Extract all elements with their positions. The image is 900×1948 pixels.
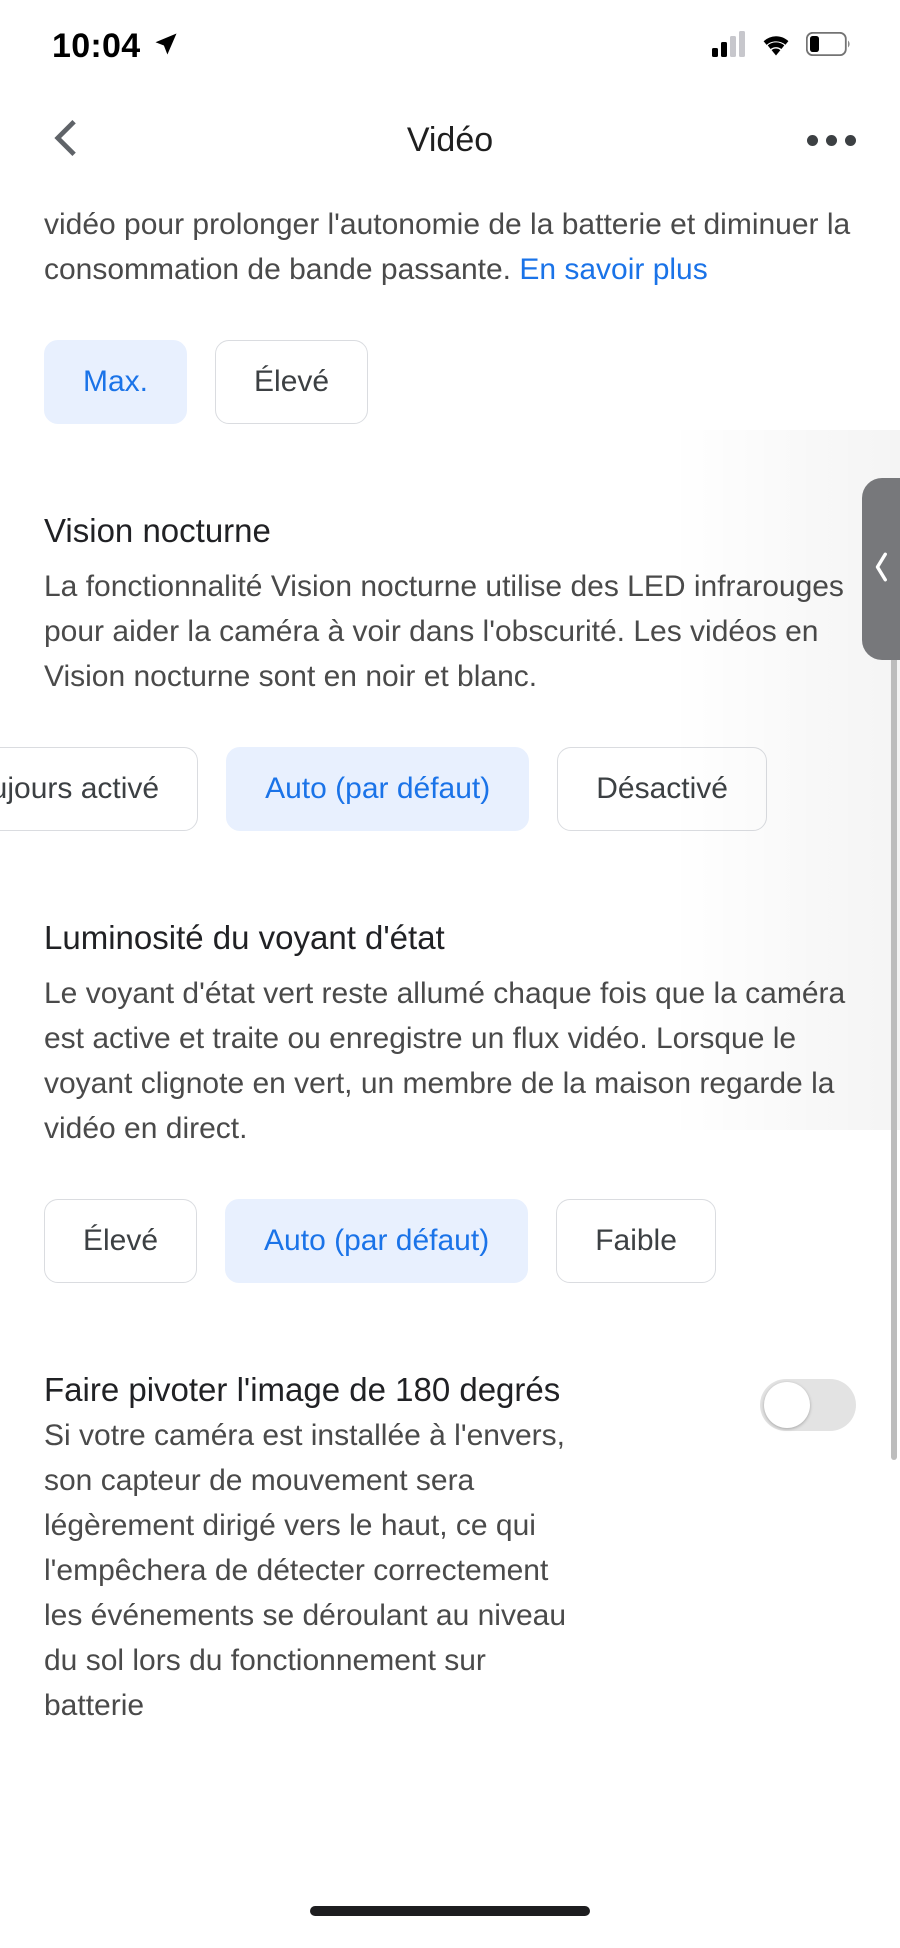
settings-scroll-content: vidéo pour prolonger l'autonomie de la b… bbox=[0, 202, 900, 1728]
status-light-options: Élevé Auto (par défaut) Faible bbox=[0, 1199, 900, 1283]
chip-status-light-auto[interactable]: Auto (par défaut) bbox=[225, 1199, 529, 1283]
chip-video-quality-max[interactable]: Max. bbox=[44, 340, 188, 424]
chip-status-light-high[interactable]: Élevé bbox=[44, 1199, 198, 1283]
chip-night-vision-off[interactable]: Désactivé bbox=[557, 747, 767, 831]
page-title: Vidéo bbox=[406, 120, 494, 159]
chip-video-quality-high[interactable]: Élevé bbox=[215, 340, 369, 424]
status-time: 10:04 bbox=[52, 26, 141, 65]
learn-more-link[interactable]: En savoir plus bbox=[519, 253, 707, 286]
navigation-bar: Vidéo bbox=[0, 92, 900, 188]
rotate-image-description: Si votre caméra est installée à l'envers… bbox=[44, 1419, 567, 1722]
rotate-image-text: Faire pivoter l'image de 180 degrés Si v… bbox=[44, 1371, 760, 1728]
battery-low-icon bbox=[805, 31, 852, 61]
vertical-scrollbar[interactable] bbox=[891, 640, 897, 1460]
video-quality-description-text: vidéo pour prolonger l'autonomie de la b… bbox=[44, 208, 851, 286]
night-vision-options[interactable]: Toujours activé Auto (par défaut) Désact… bbox=[0, 747, 900, 831]
status-light-description: Le voyant d'état vert reste allumé chaqu… bbox=[44, 977, 846, 1145]
cellular-signal-icon bbox=[712, 30, 746, 62]
status-light-title: Luminosité du voyant d'état bbox=[44, 919, 445, 956]
status-bar-right bbox=[712, 30, 852, 62]
back-button[interactable] bbox=[44, 113, 98, 167]
video-quality-description: vidéo pour prolonger l'autonomie de la b… bbox=[0, 202, 900, 292]
chip-night-vision-always-on[interactable]: Toujours activé bbox=[0, 747, 199, 831]
status-bar: 10:04 bbox=[0, 0, 900, 92]
night-vision-title: Vision nocturne bbox=[44, 512, 271, 549]
more-options-button[interactable] bbox=[807, 134, 856, 146]
more-horizontal-icon bbox=[807, 134, 818, 146]
rotate-image-title: Faire pivoter l'image de 180 degrés bbox=[44, 1371, 561, 1408]
wifi-icon bbox=[759, 31, 793, 62]
chip-status-light-low[interactable]: Faible bbox=[556, 1199, 716, 1283]
rotate-image-setting: Faire pivoter l'image de 180 degrés Si v… bbox=[0, 1371, 900, 1728]
night-vision-description: La fonctionnalité Vision nocturne utilis… bbox=[44, 570, 844, 693]
more-horizontal-icon bbox=[826, 134, 837, 146]
status-bar-left: 10:04 bbox=[52, 27, 180, 66]
toggle-knob bbox=[764, 1382, 810, 1428]
side-drawer-handle[interactable] bbox=[862, 478, 900, 660]
more-horizontal-icon bbox=[845, 134, 856, 146]
chip-night-vision-auto[interactable]: Auto (par défaut) bbox=[226, 747, 530, 831]
video-quality-options: Max. Élevé bbox=[0, 340, 900, 424]
rotate-image-toggle[interactable] bbox=[760, 1379, 856, 1431]
location-arrow-icon bbox=[152, 30, 180, 63]
chevron-left-icon bbox=[870, 550, 892, 589]
home-indicator bbox=[310, 1906, 590, 1916]
chevron-left-icon bbox=[44, 116, 88, 165]
